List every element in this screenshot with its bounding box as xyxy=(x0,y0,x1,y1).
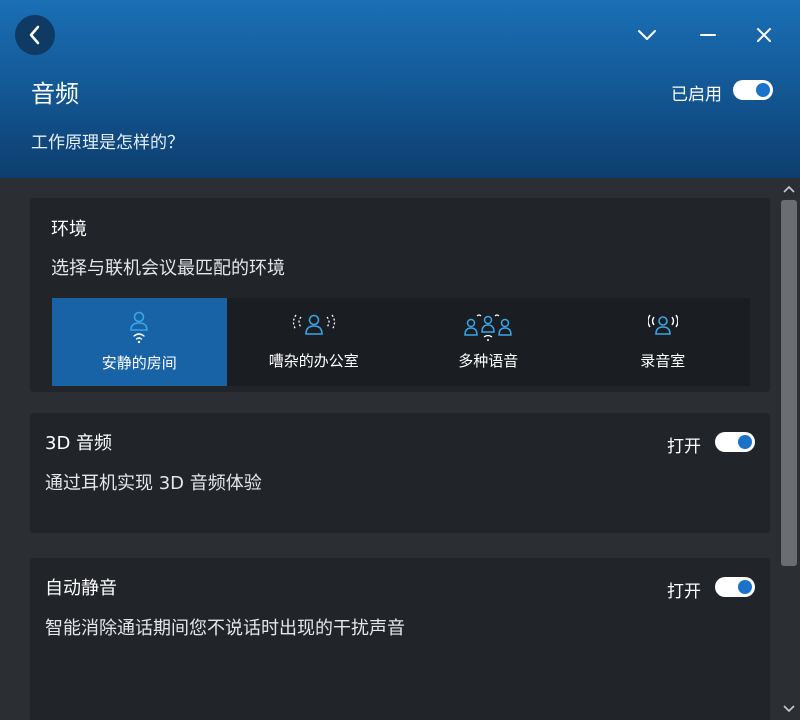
multiple-voices-icon xyxy=(462,312,514,342)
auto-mute-card: 自动静音 打开 智能消除通话期间您不说话时出现的干扰声音 xyxy=(30,558,770,720)
3d-audio-switch-label: 打开 xyxy=(667,437,701,457)
page-title: 音频 xyxy=(31,80,79,108)
auto-mute-description: 智能消除通话期间您不说话时出现的干扰声音 xyxy=(45,618,405,639)
3d-audio-card: 3D 音频 打开 通过耳机实现 3D 音频体验 xyxy=(30,413,770,533)
3d-audio-toggle[interactable] xyxy=(715,432,755,452)
3d-audio-title: 3D 音频 xyxy=(45,433,113,454)
content-area: 环境 选择与联机会议最匹配的环境 安静的房间 嘈杂的办公室 多种语音 录音室 3… xyxy=(0,178,778,720)
scroll-up-button[interactable] xyxy=(778,180,800,198)
scroll-down-button[interactable] xyxy=(778,700,800,718)
env-option-label: 嘈杂的办公室 xyxy=(268,352,359,370)
chevron-up-icon xyxy=(783,185,795,193)
env-option-multiple-voices[interactable]: 多种语音 xyxy=(401,298,576,386)
auto-mute-toggle[interactable] xyxy=(715,577,755,597)
close-button[interactable] xyxy=(751,22,777,48)
chevron-left-icon xyxy=(29,25,40,45)
audio-enabled-toggle[interactable] xyxy=(733,80,773,100)
minimize-button[interactable] xyxy=(695,22,721,48)
scrollbar[interactable] xyxy=(778,178,800,720)
env-option-label: 录音室 xyxy=(640,352,686,370)
auto-mute-title: 自动静音 xyxy=(45,578,117,599)
back-button[interactable] xyxy=(15,15,55,55)
env-option-label: 多种语音 xyxy=(458,352,519,370)
noisy-office-icon xyxy=(292,312,336,342)
toggle-knob xyxy=(738,580,752,594)
how-it-works-link[interactable]: 工作原理是怎样的？ xyxy=(31,128,184,153)
header: 音频 已启用 工作原理是怎样的？ xyxy=(0,0,800,178)
minimize-icon xyxy=(700,34,716,36)
chevron-down-icon xyxy=(783,705,795,713)
close-icon xyxy=(757,28,771,42)
person-icon xyxy=(128,311,150,344)
scroll-thumb[interactable] xyxy=(781,200,797,566)
collapse-button[interactable] xyxy=(634,22,660,48)
env-option-studio[interactable]: 录音室 xyxy=(576,298,751,386)
env-option-noisy-office[interactable]: 嘈杂的办公室 xyxy=(227,298,402,386)
toggle-knob xyxy=(756,83,770,97)
environment-card: 环境 选择与联机会议最匹配的环境 安静的房间 嘈杂的办公室 多种语音 录音室 xyxy=(30,198,770,392)
enabled-label: 已启用 xyxy=(671,85,722,105)
env-option-label: 安静的房间 xyxy=(101,354,177,372)
3d-audio-description: 通过耳机实现 3D 音频体验 xyxy=(45,473,262,494)
toggle-knob xyxy=(738,435,752,449)
environment-description: 选择与联机会议最匹配的环境 xyxy=(51,258,285,279)
studio-icon xyxy=(647,312,678,342)
environment-options: 安静的房间 嘈杂的办公室 多种语音 录音室 xyxy=(52,298,750,386)
env-option-quiet-room[interactable]: 安静的房间 xyxy=(52,298,227,386)
auto-mute-switch-label: 打开 xyxy=(667,582,701,602)
environment-title: 环境 xyxy=(51,219,87,240)
chevron-down-icon xyxy=(638,30,656,40)
